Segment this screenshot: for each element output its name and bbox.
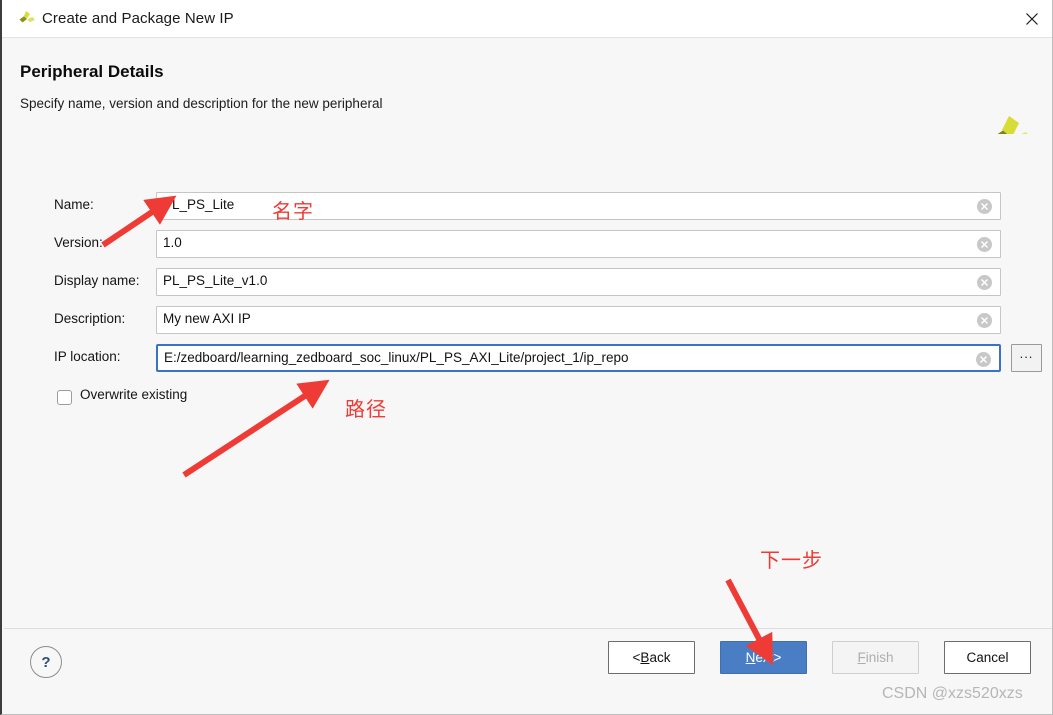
back-button-prefix: < bbox=[632, 650, 641, 665]
input-version-value: 1.0 bbox=[163, 235, 182, 250]
input-description[interactable]: My new AXI IP bbox=[156, 306, 1001, 334]
title-bar: Create and Package New IP bbox=[2, 0, 1052, 38]
input-version[interactable]: 1.0 bbox=[156, 230, 1001, 258]
label-display-name: Display name: bbox=[54, 273, 140, 288]
input-display-name-value: PL_PS_Lite_v1.0 bbox=[163, 273, 268, 288]
help-button-label: ? bbox=[41, 653, 51, 671]
back-button[interactable]: < Back bbox=[608, 641, 695, 674]
overwrite-existing-label: Overwrite existing bbox=[80, 387, 188, 402]
clear-circle-icon[interactable] bbox=[975, 351, 992, 368]
vivado-logo-icon bbox=[16, 9, 36, 29]
window-title: Create and Package New IP bbox=[42, 10, 234, 27]
next-button[interactable]: Next > bbox=[720, 641, 807, 674]
clear-circle-icon[interactable] bbox=[976, 198, 993, 215]
next-button-rest: ext bbox=[755, 650, 774, 665]
browse-button-label: ... bbox=[1019, 346, 1034, 361]
clear-circle-icon[interactable] bbox=[976, 312, 993, 329]
label-ip-location: IP location: bbox=[54, 349, 121, 364]
browse-button[interactable]: ... bbox=[1011, 344, 1042, 372]
overwrite-existing-checkbox[interactable] bbox=[57, 390, 72, 405]
input-ip-location-value: E:/zedboard/learning_zedboard_soc_linux/… bbox=[164, 350, 629, 365]
watermark: CSDN @xzs520xzs bbox=[882, 685, 1023, 702]
create-package-ip-dialog: Create and Package New IP Peripheral Det… bbox=[0, 0, 1053, 715]
label-description: Description: bbox=[54, 311, 126, 326]
back-button-accel: B bbox=[640, 650, 650, 665]
finish-button: Finish bbox=[832, 641, 919, 674]
next-button-accel: N bbox=[745, 650, 756, 665]
page-subtitle: Specify name, version and description fo… bbox=[20, 96, 383, 111]
cancel-button[interactable]: Cancel bbox=[944, 641, 1031, 674]
clear-circle-icon[interactable] bbox=[976, 274, 993, 291]
back-button-rest: ack bbox=[649, 650, 671, 665]
help-button[interactable]: ? bbox=[30, 646, 62, 678]
input-description-value: My new AXI IP bbox=[163, 311, 251, 326]
next-button-suffix: > bbox=[773, 650, 782, 665]
annotation-name-label: 名字 bbox=[272, 199, 314, 223]
clear-circle-icon[interactable] bbox=[976, 236, 993, 253]
finish-button-accel: F bbox=[857, 650, 866, 665]
close-icon[interactable] bbox=[1009, 0, 1052, 38]
label-name: Name: bbox=[54, 197, 94, 212]
input-display-name[interactable]: PL_PS_Lite_v1.0 bbox=[156, 268, 1001, 296]
cancel-button-label: Cancel bbox=[966, 650, 1009, 665]
input-ip-location[interactable]: E:/zedboard/learning_zedboard_soc_linux/… bbox=[156, 344, 1001, 372]
page-title: Peripheral Details bbox=[20, 62, 164, 81]
header-band: Peripheral Details Specify name, version… bbox=[4, 38, 1052, 146]
form-area: Name: PL_PS_Lite Version: 1.0 Display na… bbox=[4, 134, 1052, 628]
label-version: Version: bbox=[54, 235, 103, 250]
annotation-next-label: 下一步 bbox=[760, 548, 823, 572]
input-name-value: PL_PS_Lite bbox=[163, 197, 235, 212]
finish-button-rest: inish bbox=[865, 650, 894, 665]
annotation-path-label: 路径 bbox=[345, 397, 387, 421]
